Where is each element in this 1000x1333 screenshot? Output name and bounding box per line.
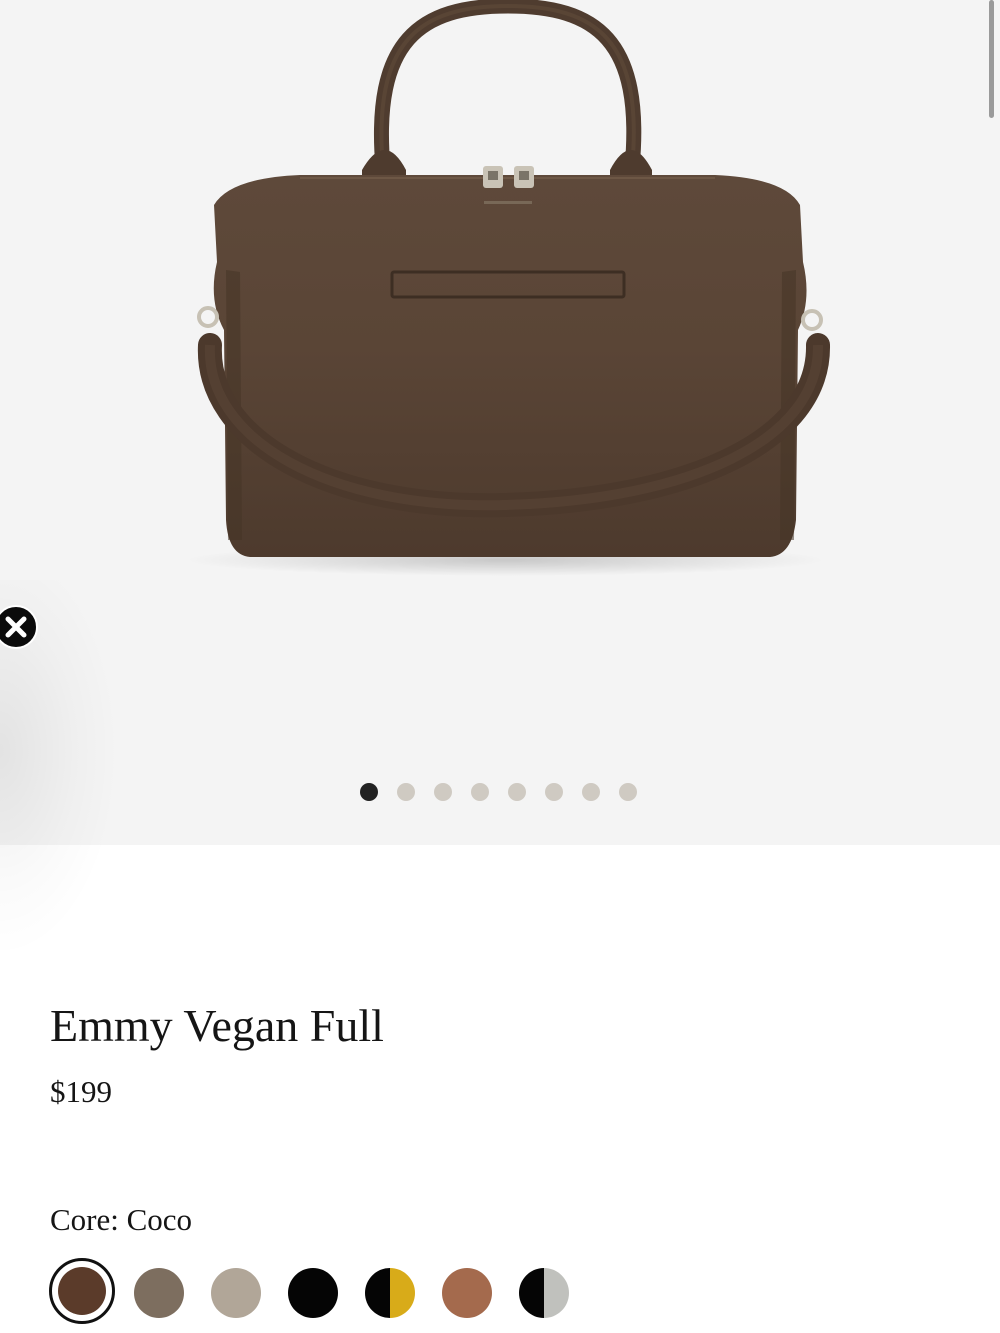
swatch-sand[interactable] [211, 1268, 261, 1318]
swatch-black[interactable] [288, 1268, 338, 1318]
swatch-half [519, 1268, 544, 1318]
gallery-dot[interactable] [360, 783, 378, 801]
gallery-dot[interactable] [582, 783, 600, 801]
gallery-dot[interactable] [471, 783, 489, 801]
swatch-half [390, 1268, 415, 1318]
gallery-pagination [360, 783, 637, 801]
gallery-dot[interactable] [545, 783, 563, 801]
product-title: Emmy Vegan Full [50, 1000, 384, 1051]
selected-color-label: Core: Coco [50, 1202, 193, 1237]
gallery-dot[interactable] [397, 783, 415, 801]
swatch-caramel[interactable] [442, 1268, 492, 1318]
product-page: Emmy Vegan Full $199 Core: Coco [0, 0, 1000, 1333]
swatch-black-grey[interactable] [519, 1268, 569, 1318]
gallery-dot[interactable] [508, 783, 526, 801]
swatch-black-yellow[interactable] [365, 1268, 415, 1318]
swatch-half [544, 1268, 569, 1318]
gallery-dot[interactable] [434, 783, 452, 801]
swatch-coco[interactable] [49, 1258, 115, 1324]
product-price: $199 [50, 1074, 112, 1109]
scrollbar[interactable] [989, 0, 994, 118]
swatch-half [365, 1268, 390, 1318]
swatch-coco-fill [58, 1267, 106, 1315]
close-button[interactable] [0, 605, 38, 649]
product-gallery[interactable] [0, 0, 1000, 845]
color-swatches [49, 1258, 609, 1328]
gallery-dot[interactable] [619, 783, 637, 801]
swatch-taupe[interactable] [134, 1268, 184, 1318]
weekender-bag-image [185, 0, 831, 576]
close-icon [5, 616, 27, 638]
